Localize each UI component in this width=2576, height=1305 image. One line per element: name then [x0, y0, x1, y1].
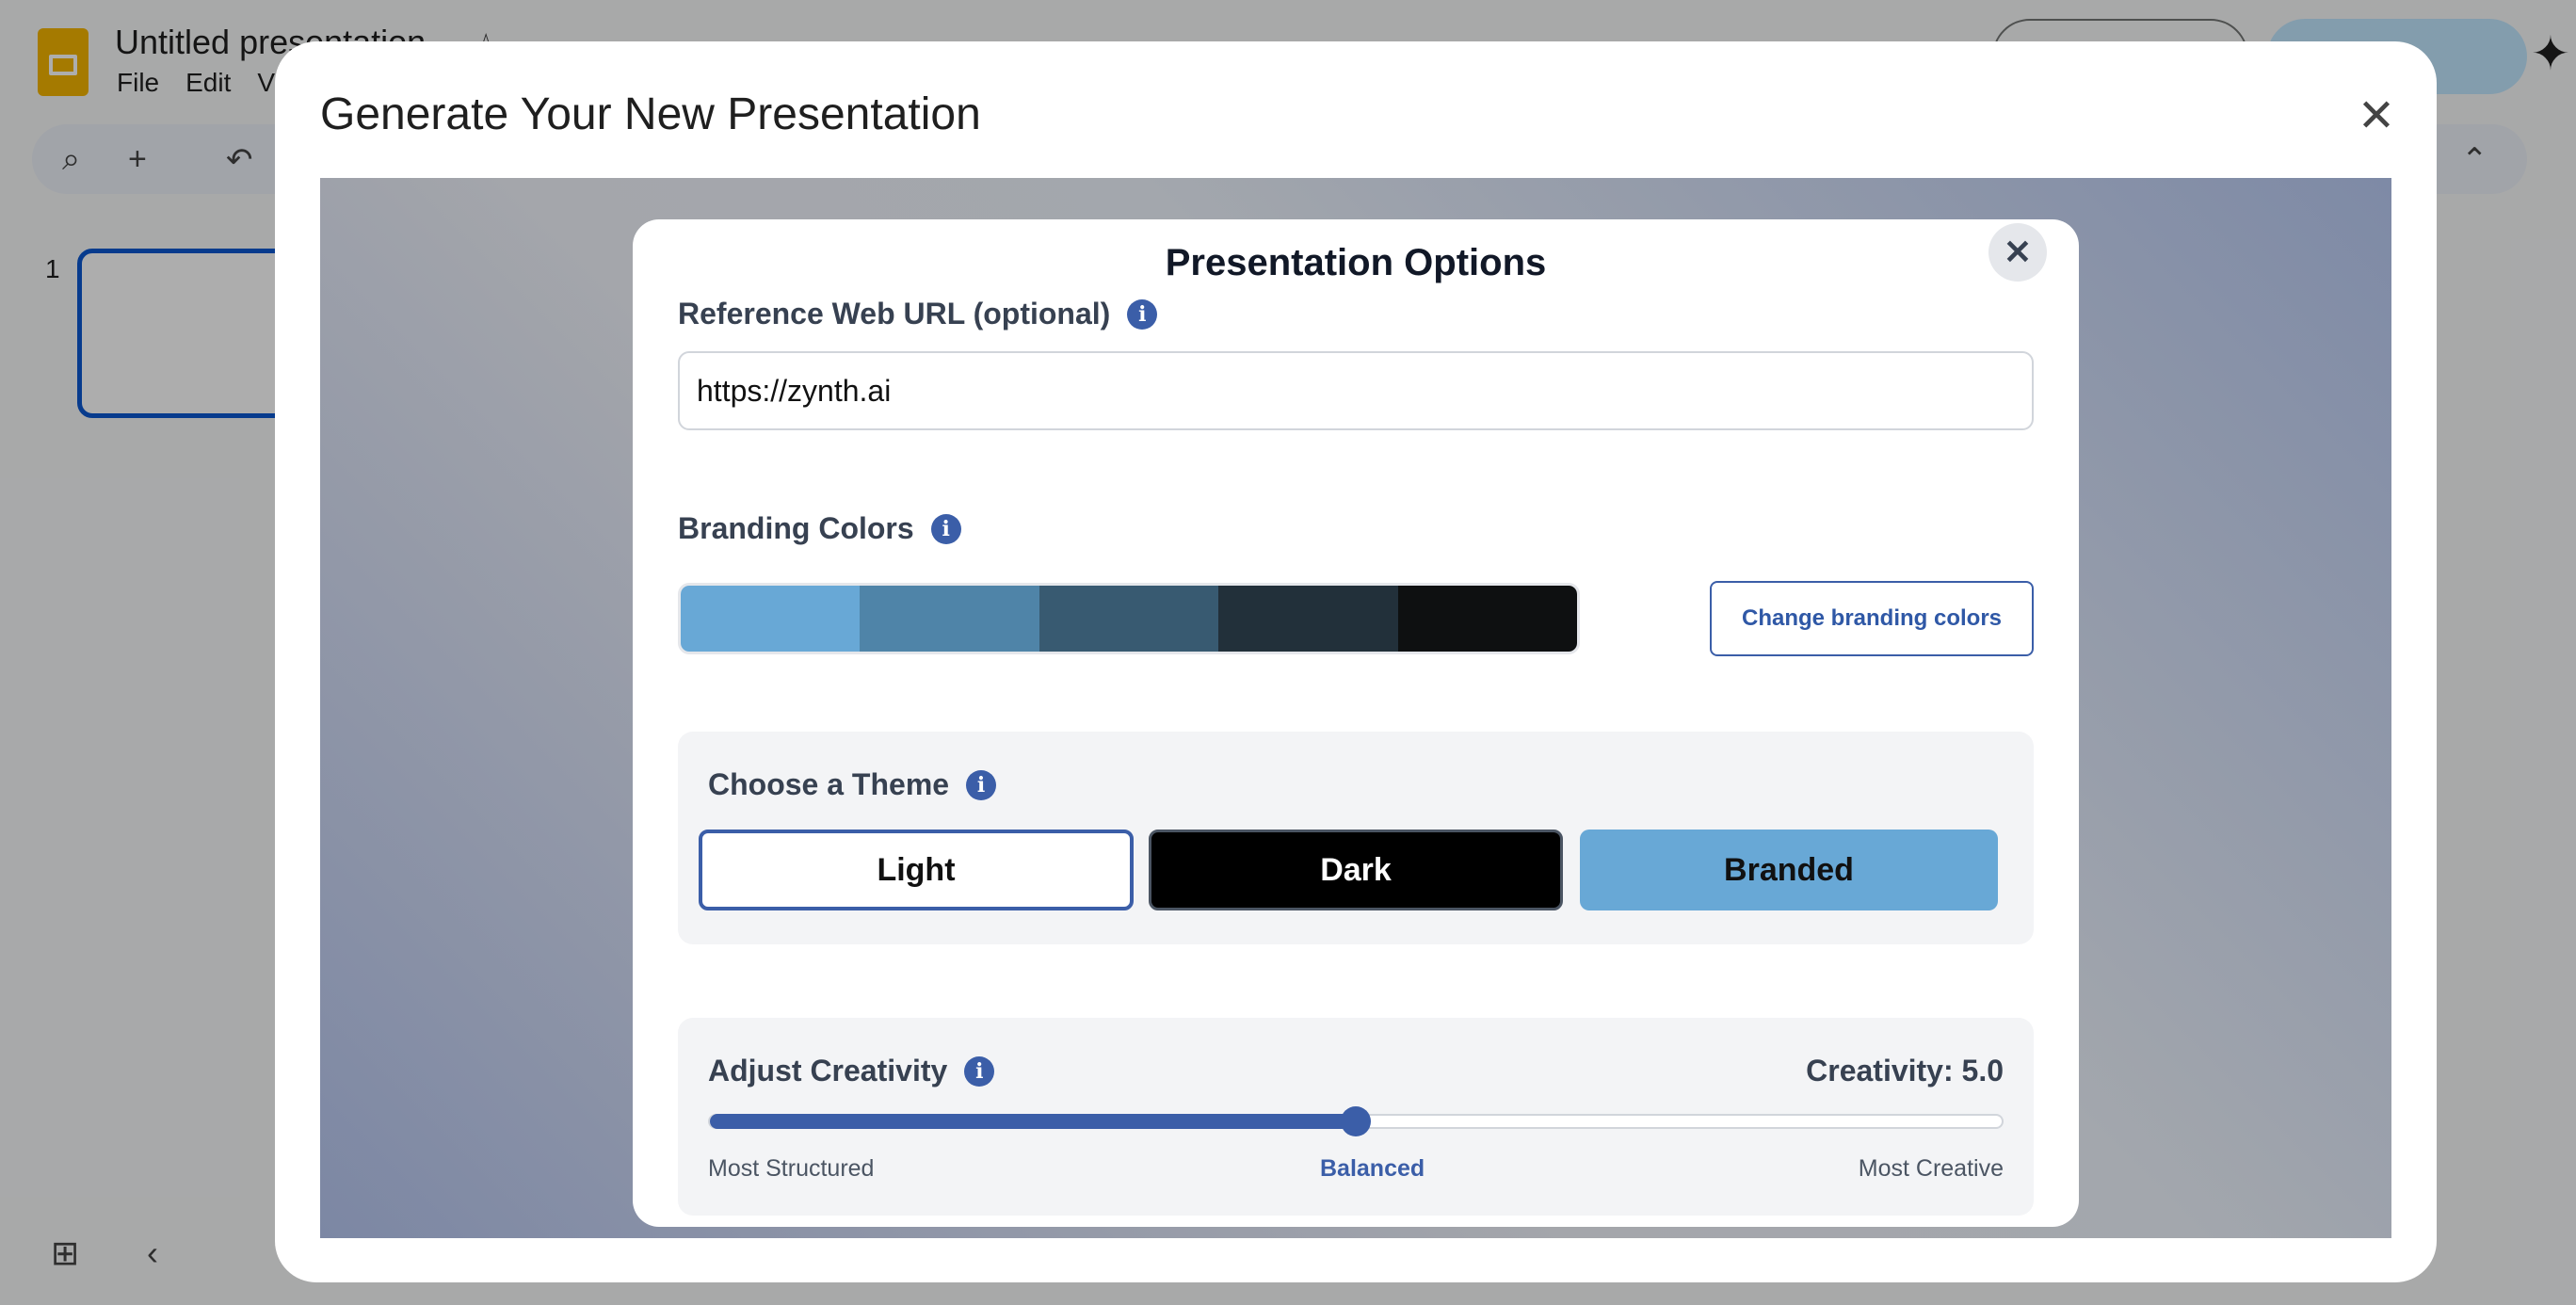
theme-branded-button[interactable]: Branded [1580, 830, 1998, 910]
creativity-slider-thumb[interactable] [1341, 1106, 1371, 1136]
theme-dark-button[interactable]: Dark [1149, 830, 1563, 910]
branding-color-swatches [678, 583, 1580, 654]
info-icon[interactable]: i [1127, 298, 1158, 330]
theme-panel: Choose a Theme i Light Dark Branded [678, 732, 2034, 944]
theme-light-button[interactable]: Light [699, 830, 1134, 910]
choose-theme-label: Choose a Theme i [708, 767, 997, 802]
scale-label-creative: Most Creative [1858, 1155, 2004, 1182]
info-icon[interactable]: i [964, 1055, 995, 1087]
reference-url-input[interactable] [678, 351, 2034, 430]
scale-label-structured: Most Structured [708, 1155, 875, 1182]
info-icon[interactable]: i [966, 769, 997, 800]
reference-url-label: Reference Web URL (optional) i [678, 297, 1158, 331]
change-branding-colors-button[interactable]: Change branding colors [1710, 581, 2034, 656]
adjust-creativity-label: Adjust Creativity i [708, 1054, 995, 1088]
color-swatch-1 [681, 586, 861, 652]
options-close-icon[interactable]: ✕ [1988, 223, 2047, 282]
creativity-panel: Adjust Creativity i Creativity: 5.0 Most… [678, 1018, 2034, 1216]
branding-colors-label: Branding Colors i [678, 511, 961, 546]
creativity-slider-fill [710, 1114, 1356, 1129]
color-swatch-5 [1397, 586, 1577, 652]
options-title: Presentation Options [1165, 242, 1547, 283]
scale-label-balanced: Balanced [1320, 1155, 1425, 1182]
color-swatch-2 [860, 586, 1039, 652]
color-swatch-4 [1218, 586, 1398, 652]
dialog-content-area: Presentation Options ✕ Reference Web URL… [320, 178, 2391, 1238]
creativity-value: Creativity: 5.0 [1806, 1054, 2004, 1088]
dialog-title: Generate Your New Presentation [320, 89, 981, 139]
adjust-creativity-label-text: Adjust Creativity [708, 1054, 948, 1088]
color-swatch-3 [1038, 586, 1219, 652]
generate-presentation-dialog: Generate Your New Presentation ✕ Present… [275, 41, 2437, 1282]
dialog-close-icon[interactable]: ✕ [2350, 90, 2403, 143]
branding-colors-label-text: Branding Colors [678, 511, 914, 545]
info-icon[interactable]: i [930, 513, 961, 544]
presentation-options-card: Presentation Options ✕ Reference Web URL… [633, 219, 2079, 1227]
creativity-slider[interactable] [708, 1106, 2004, 1136]
reference-url-label-text: Reference Web URL (optional) [678, 297, 1111, 330]
choose-theme-label-text: Choose a Theme [708, 767, 950, 801]
